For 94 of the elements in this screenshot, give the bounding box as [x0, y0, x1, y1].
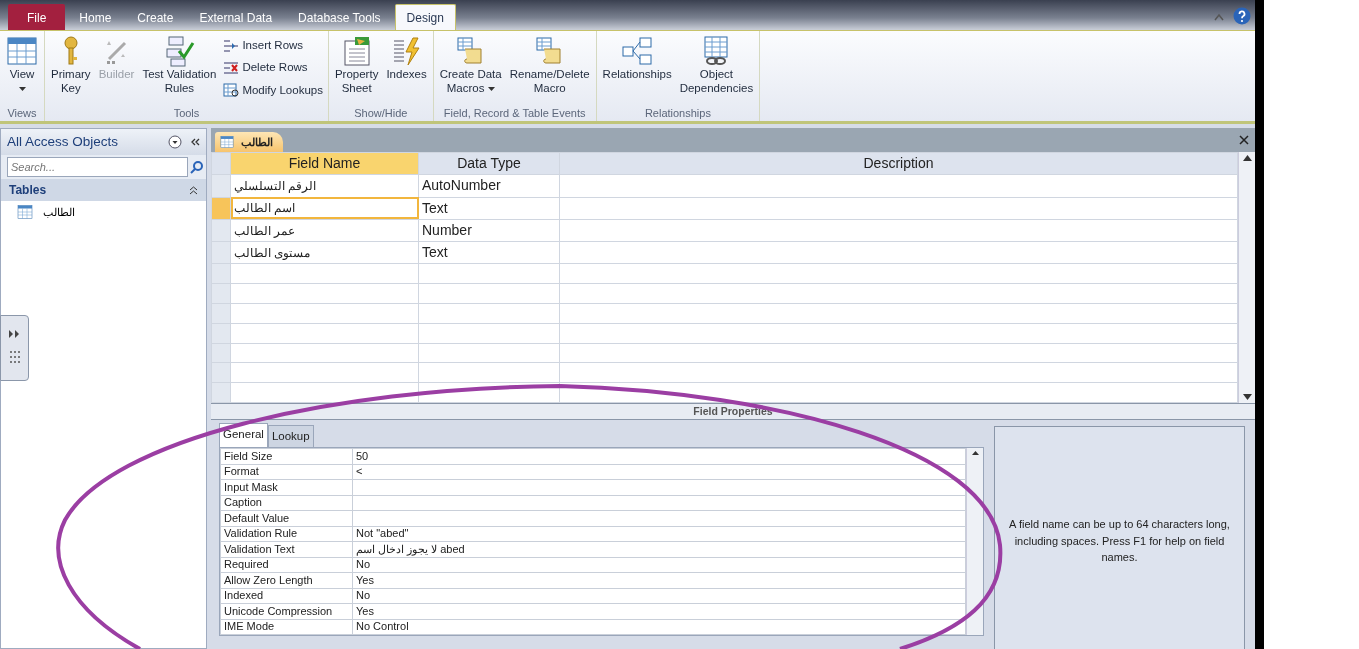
section-header[interactable]: Tables [9, 181, 47, 199]
property-label[interactable]: Format [220, 464, 353, 480]
ribbon-button[interactable]: Delete Rows [221, 57, 325, 79]
document-tab[interactable]: الطالب [215, 132, 283, 152]
group-label: Relationships [643, 106, 712, 121]
property-label[interactable]: Caption [220, 495, 353, 511]
corner-cell [211, 152, 231, 175]
ribbon-button[interactable]: Object Dependencies [676, 33, 757, 105]
row-selector[interactable] [211, 197, 231, 220]
ribbon-button[interactable]: View [3, 33, 41, 105]
property-value[interactable]: No [352, 557, 966, 573]
ribbon-button[interactable]: Primary Key [48, 33, 94, 105]
scroll-down-icon[interactable] [1241, 393, 1253, 401]
scrollbar[interactable] [966, 448, 983, 635]
property-label[interactable]: Indexed [220, 588, 353, 604]
field-name-cell[interactable]: مستوى الطالب [230, 241, 419, 264]
property-value[interactable]: No [352, 588, 966, 604]
delete-rows-icon [223, 60, 240, 75]
close-icon[interactable] [1239, 135, 1249, 145]
property-label[interactable]: Field Size [220, 448, 353, 464]
ribbon-button[interactable]: Property Sheet [331, 33, 382, 105]
data-type-cell[interactable]: Text [418, 197, 560, 220]
row-selector[interactable] [211, 174, 231, 198]
property-value[interactable]: Not "abed" [352, 526, 966, 542]
property-value[interactable]: No Control [352, 619, 966, 635]
linked-tables-icon [621, 35, 654, 67]
data-type-cell[interactable]: Number [418, 219, 560, 242]
data-type-cell[interactable]: Text [418, 241, 560, 264]
dropdown-icon[interactable] [168, 135, 182, 149]
table-lookup-icon [223, 83, 240, 98]
field-name-cell[interactable]: اسم الطالب [230, 197, 419, 220]
row-selector[interactable] [211, 219, 231, 242]
property-label[interactable]: Required [220, 557, 353, 573]
field-name-cell[interactable]: عمر الطالب [230, 219, 419, 242]
group-label: Show/Hide [353, 106, 409, 121]
property-value[interactable]: Yes [352, 572, 966, 588]
shutter-bar-handle[interactable] [0, 315, 29, 381]
collapse-ribbon-icon[interactable] [1213, 12, 1225, 22]
scrollbar[interactable] [1238, 152, 1255, 403]
property-label[interactable]: IME Mode [220, 619, 353, 635]
caret-icon [487, 86, 495, 91]
caret-icon [18, 86, 26, 91]
flowchart-check-icon [163, 35, 196, 67]
column-header: Description [559, 152, 1238, 175]
description-cell[interactable] [559, 219, 1238, 242]
table-icon [17, 204, 33, 221]
property-value[interactable]: < [352, 464, 966, 480]
scroll-up-icon[interactable] [1241, 154, 1253, 162]
ribbon-button[interactable]: Create Data Macros [436, 33, 505, 105]
property-tab[interactable]: Lookup [267, 424, 314, 447]
column-header: Data Type [418, 152, 560, 175]
row-selector[interactable] [211, 241, 231, 264]
scroll-up-icon[interactable] [970, 450, 980, 456]
description-cell[interactable] [559, 174, 1238, 198]
help-text: A field name can be up to 64 characters long, including spaces. Press F1 for help on field names. [994, 426, 1245, 649]
ribbon-button[interactable]: Insert Rows [221, 35, 325, 57]
group-label: Field, Record & Table Events [442, 106, 587, 121]
field-properties-title: Field Properties [211, 404, 1255, 420]
nav-item[interactable]: الطالب [1, 201, 206, 224]
property-label[interactable]: Validation Rule [220, 526, 353, 542]
ribbon-button[interactable]: Test Validation Rules [139, 33, 220, 105]
help-icon[interactable] [1233, 7, 1251, 25]
ribbon-button[interactable]: Modify Lookups [221, 79, 325, 101]
search-icon[interactable] [190, 160, 204, 174]
ribbon-tab[interactable]: Database Tools [286, 4, 393, 30]
property-label[interactable]: Allow Zero Length [220, 572, 353, 588]
ribbon-tab[interactable]: External Data [187, 4, 285, 30]
ribbon-button[interactable]: Indexes [383, 33, 430, 105]
ribbon-tab[interactable]: Create [125, 4, 186, 30]
collapse-icon[interactable] [189, 185, 198, 195]
ribbon-button[interactable]: Rename/Delete Macro [506, 33, 593, 105]
property-label[interactable]: Unicode Compression [220, 603, 353, 619]
pane-title: All Access Objects [7, 132, 119, 151]
property-value[interactable]: Yes [352, 603, 966, 619]
property-label[interactable]: Input Mask [220, 479, 353, 495]
ribbon-tab[interactable]: File [8, 4, 66, 30]
group-label: Tools [172, 106, 201, 121]
insert-rows-icon [223, 38, 240, 53]
table-icon [219, 135, 235, 149]
data-type-cell[interactable]: AutoNumber [418, 174, 560, 198]
description-cell[interactable] [559, 241, 1238, 264]
property-value[interactable]: لا يجوز ادخال اسم abed [352, 541, 966, 557]
table-icon [6, 35, 38, 67]
ribbon-tab[interactable]: Home [67, 4, 124, 30]
property-label[interactable]: Validation Text [220, 541, 353, 557]
ribbon-button[interactable]: Relationships [599, 33, 675, 105]
search-field[interactable]: Search... [7, 157, 188, 177]
ribbon-tab[interactable]: Design [394, 4, 456, 30]
column-header: Field Name [230, 152, 419, 175]
property-value[interactable]: 50 [352, 448, 966, 464]
description-cell[interactable] [559, 197, 1238, 220]
collapse-pane-icon[interactable] [190, 137, 200, 147]
group-label: Views [6, 106, 38, 121]
property-label[interactable]: Default Value [220, 510, 353, 526]
